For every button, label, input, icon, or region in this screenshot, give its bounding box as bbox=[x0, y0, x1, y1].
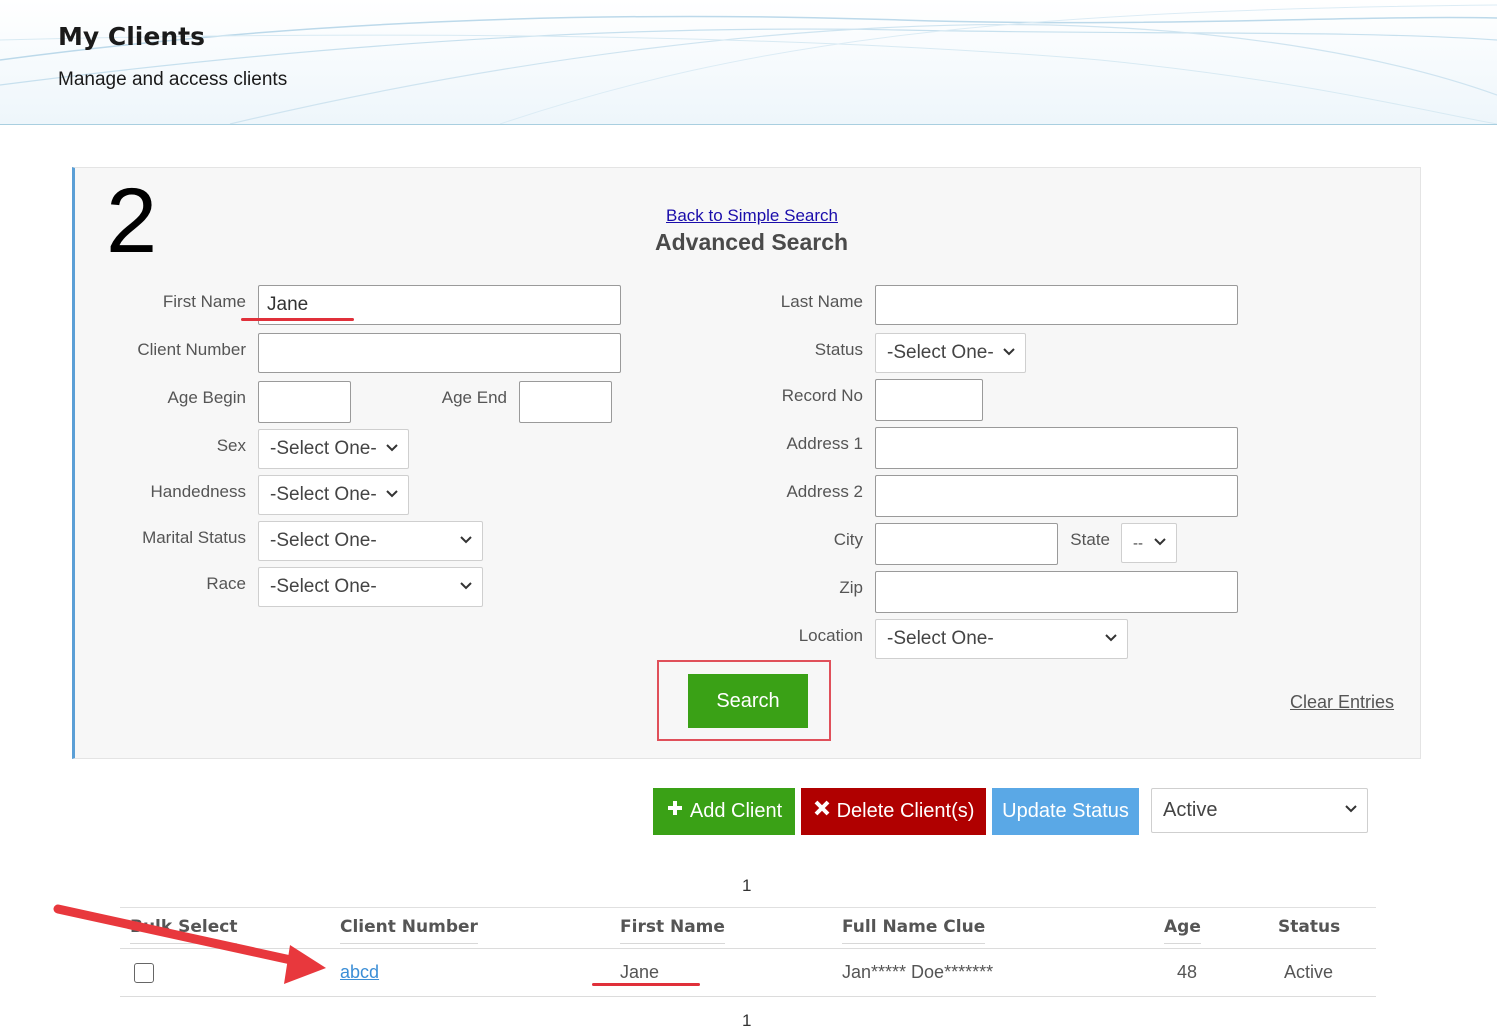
clear-entries-link[interactable]: Clear Entries bbox=[1290, 692, 1394, 713]
header-wave-decoration bbox=[0, 4, 1497, 124]
table-bottom-border bbox=[120, 996, 1376, 997]
annotation-underline-first-name bbox=[241, 318, 354, 321]
age-end-label: Age End bbox=[441, 388, 507, 407]
pagination-top-page[interactable]: 1 bbox=[742, 876, 751, 896]
advanced-search-title: Advanced Search bbox=[655, 229, 849, 255]
sex-select-value: -Select One- bbox=[270, 438, 377, 459]
page-title: My Clients bbox=[58, 22, 205, 51]
delete-clients-label: Delete Client(s) bbox=[836, 800, 975, 822]
cell-full-name-clue: Jan***** Doe******* bbox=[842, 962, 994, 982]
age-begin-label: Age Begin bbox=[167, 388, 246, 407]
race-select-value: -Select One- bbox=[270, 576, 377, 597]
zip-input[interactable] bbox=[875, 571, 1238, 613]
chevron-down-icon bbox=[386, 444, 398, 452]
column-header-first-name[interactable]: First Name bbox=[620, 917, 725, 944]
client-number-link[interactable]: abcd bbox=[340, 962, 379, 983]
state-select-value: -- bbox=[1133, 535, 1143, 552]
table-top-border bbox=[120, 907, 1376, 908]
column-header-client-number[interactable]: Client Number bbox=[340, 917, 478, 944]
chevron-down-icon bbox=[386, 490, 398, 498]
update-status-button[interactable]: Update Status bbox=[992, 788, 1139, 835]
race-label: Race bbox=[206, 574, 246, 593]
status-filter-value: Active bbox=[1163, 799, 1218, 821]
address2-input[interactable] bbox=[875, 475, 1238, 517]
zip-label: Zip bbox=[839, 578, 863, 597]
page-subtitle: Manage and access clients bbox=[58, 69, 288, 90]
city-label: City bbox=[833, 530, 863, 549]
add-client-label: Add Client bbox=[689, 800, 783, 822]
sex-select[interactable]: -Select One- bbox=[258, 429, 409, 469]
status-label: Status bbox=[814, 340, 863, 359]
location-select[interactable]: -Select One- bbox=[875, 619, 1128, 659]
close-icon bbox=[813, 788, 831, 835]
chevron-down-icon bbox=[460, 536, 472, 544]
column-header-status[interactable]: Status bbox=[1278, 917, 1340, 943]
client-number-input[interactable] bbox=[258, 333, 621, 373]
column-header-full-name-clue[interactable]: Full Name Clue bbox=[842, 917, 986, 944]
first-name-label: First Name bbox=[162, 292, 246, 311]
handedness-select[interactable]: -Select One- bbox=[258, 475, 409, 515]
page-header: My Clients Manage and access clients bbox=[0, 0, 1497, 125]
age-begin-input[interactable] bbox=[258, 381, 351, 423]
bulk-select-checkbox[interactable] bbox=[134, 963, 154, 983]
cell-first-name: Jane bbox=[620, 962, 660, 982]
marital-status-select-value: -Select One- bbox=[270, 530, 377, 551]
chevron-down-icon bbox=[1003, 348, 1015, 356]
race-select[interactable]: -Select One- bbox=[258, 567, 483, 607]
location-select-value: -Select One- bbox=[887, 628, 994, 649]
record-no-input[interactable] bbox=[875, 379, 983, 421]
handedness-select-value: -Select One- bbox=[270, 484, 377, 505]
table-header-divider bbox=[120, 948, 1376, 949]
state-label: State bbox=[1070, 530, 1110, 549]
last-name-label: Last Name bbox=[780, 292, 863, 311]
back-to-simple-search-link[interactable]: Back to Simple Search bbox=[666, 206, 838, 226]
add-client-button[interactable]: Add Client bbox=[653, 788, 795, 835]
sex-label: Sex bbox=[216, 436, 246, 455]
marital-status-label: Marital Status bbox=[142, 528, 246, 547]
step-number: 2 bbox=[106, 170, 158, 272]
age-end-input[interactable] bbox=[519, 381, 612, 423]
state-select[interactable]: -- bbox=[1121, 523, 1177, 563]
delete-clients-button[interactable]: Delete Client(s) bbox=[801, 788, 986, 835]
location-label: Location bbox=[798, 626, 863, 645]
search-button[interactable]: Search bbox=[688, 674, 808, 728]
chevron-down-icon bbox=[1105, 634, 1117, 642]
pagination-bottom-page[interactable]: 1 bbox=[742, 1011, 751, 1031]
annotation-underline-jane bbox=[592, 983, 700, 986]
address2-label: Address 2 bbox=[786, 482, 863, 501]
plus-icon bbox=[666, 788, 684, 835]
status-select-value: -Select One- bbox=[887, 342, 994, 363]
chevron-down-icon bbox=[1154, 538, 1166, 546]
last-name-input[interactable] bbox=[875, 285, 1238, 325]
address1-label: Address 1 bbox=[786, 434, 863, 453]
client-number-label: Client Number bbox=[137, 340, 246, 359]
column-header-bulk-select: Bulk Select bbox=[130, 917, 238, 944]
status-filter-select[interactable]: Active bbox=[1151, 788, 1368, 833]
chevron-down-icon bbox=[460, 582, 472, 590]
cell-age: 48 bbox=[1177, 962, 1198, 982]
cell-status: Active bbox=[1284, 962, 1334, 982]
address1-input[interactable] bbox=[875, 427, 1238, 469]
chevron-down-icon bbox=[1345, 805, 1357, 813]
marital-status-select[interactable]: -Select One- bbox=[258, 521, 483, 561]
status-select[interactable]: -Select One- bbox=[875, 333, 1026, 373]
record-no-label: Record No bbox=[781, 386, 863, 405]
handedness-label: Handedness bbox=[150, 482, 246, 501]
column-header-age[interactable]: Age bbox=[1164, 917, 1201, 944]
city-input[interactable] bbox=[875, 523, 1058, 565]
